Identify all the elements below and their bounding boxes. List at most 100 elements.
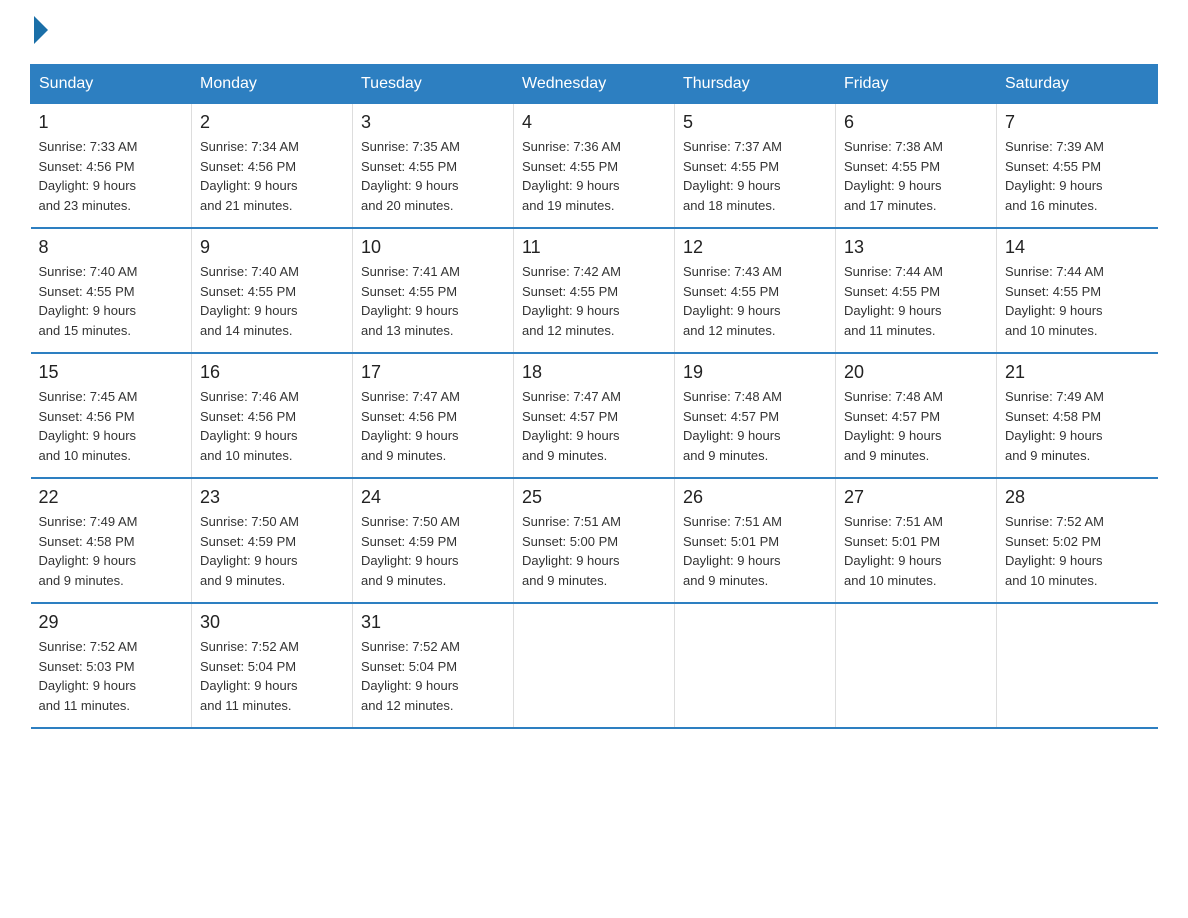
day-info: Sunrise: 7:35 AMSunset: 4:55 PMDaylight:… [361, 137, 505, 215]
day-cell: 12 Sunrise: 7:43 AMSunset: 4:55 PMDaylig… [675, 228, 836, 353]
day-number: 9 [200, 237, 344, 258]
day-cell: 25 Sunrise: 7:51 AMSunset: 5:00 PMDaylig… [514, 478, 675, 603]
day-number: 30 [200, 612, 344, 633]
day-cell: 17 Sunrise: 7:47 AMSunset: 4:56 PMDaylig… [353, 353, 514, 478]
day-number: 1 [39, 112, 184, 133]
day-cell: 22 Sunrise: 7:49 AMSunset: 4:58 PMDaylig… [31, 478, 192, 603]
day-cell: 29 Sunrise: 7:52 AMSunset: 5:03 PMDaylig… [31, 603, 192, 728]
day-info: Sunrise: 7:47 AMSunset: 4:57 PMDaylight:… [522, 387, 666, 465]
day-cell: 8 Sunrise: 7:40 AMSunset: 4:55 PMDayligh… [31, 228, 192, 353]
day-info: Sunrise: 7:36 AMSunset: 4:55 PMDaylight:… [522, 137, 666, 215]
day-cell: 28 Sunrise: 7:52 AMSunset: 5:02 PMDaylig… [997, 478, 1158, 603]
day-info: Sunrise: 7:43 AMSunset: 4:55 PMDaylight:… [683, 262, 827, 340]
day-cell: 19 Sunrise: 7:48 AMSunset: 4:57 PMDaylig… [675, 353, 836, 478]
day-info: Sunrise: 7:52 AMSunset: 5:04 PMDaylight:… [200, 637, 344, 715]
column-header-thursday: Thursday [675, 65, 836, 104]
day-info: Sunrise: 7:44 AMSunset: 4:55 PMDaylight:… [1005, 262, 1150, 340]
day-cell: 20 Sunrise: 7:48 AMSunset: 4:57 PMDaylig… [836, 353, 997, 478]
day-number: 17 [361, 362, 505, 383]
day-info: Sunrise: 7:42 AMSunset: 4:55 PMDaylight:… [522, 262, 666, 340]
day-number: 13 [844, 237, 988, 258]
day-info: Sunrise: 7:34 AMSunset: 4:56 PMDaylight:… [200, 137, 344, 215]
calendar-table: SundayMondayTuesdayWednesdayThursdayFrid… [30, 64, 1158, 729]
day-cell: 10 Sunrise: 7:41 AMSunset: 4:55 PMDaylig… [353, 228, 514, 353]
day-number: 16 [200, 362, 344, 383]
day-cell: 6 Sunrise: 7:38 AMSunset: 4:55 PMDayligh… [836, 104, 997, 229]
day-number: 12 [683, 237, 827, 258]
day-info: Sunrise: 7:48 AMSunset: 4:57 PMDaylight:… [683, 387, 827, 465]
day-cell [514, 603, 675, 728]
day-number: 21 [1005, 362, 1150, 383]
day-number: 10 [361, 237, 505, 258]
week-row-4: 22 Sunrise: 7:49 AMSunset: 4:58 PMDaylig… [31, 478, 1158, 603]
column-header-saturday: Saturday [997, 65, 1158, 104]
day-cell: 24 Sunrise: 7:50 AMSunset: 4:59 PMDaylig… [353, 478, 514, 603]
day-cell: 13 Sunrise: 7:44 AMSunset: 4:55 PMDaylig… [836, 228, 997, 353]
day-number: 2 [200, 112, 344, 133]
day-info: Sunrise: 7:41 AMSunset: 4:55 PMDaylight:… [361, 262, 505, 340]
day-cell: 23 Sunrise: 7:50 AMSunset: 4:59 PMDaylig… [192, 478, 353, 603]
column-header-wednesday: Wednesday [514, 65, 675, 104]
day-number: 18 [522, 362, 666, 383]
day-cell: 11 Sunrise: 7:42 AMSunset: 4:55 PMDaylig… [514, 228, 675, 353]
day-cell: 7 Sunrise: 7:39 AMSunset: 4:55 PMDayligh… [997, 104, 1158, 229]
day-number: 26 [683, 487, 827, 508]
day-info: Sunrise: 7:39 AMSunset: 4:55 PMDaylight:… [1005, 137, 1150, 215]
day-cell [836, 603, 997, 728]
day-number: 15 [39, 362, 184, 383]
day-cell: 21 Sunrise: 7:49 AMSunset: 4:58 PMDaylig… [997, 353, 1158, 478]
day-cell: 15 Sunrise: 7:45 AMSunset: 4:56 PMDaylig… [31, 353, 192, 478]
day-number: 6 [844, 112, 988, 133]
day-info: Sunrise: 7:49 AMSunset: 4:58 PMDaylight:… [1005, 387, 1150, 465]
day-cell: 27 Sunrise: 7:51 AMSunset: 5:01 PMDaylig… [836, 478, 997, 603]
day-info: Sunrise: 7:37 AMSunset: 4:55 PMDaylight:… [683, 137, 827, 215]
day-number: 3 [361, 112, 505, 133]
day-cell: 1 Sunrise: 7:33 AMSunset: 4:56 PMDayligh… [31, 104, 192, 229]
day-number: 22 [39, 487, 184, 508]
day-info: Sunrise: 7:44 AMSunset: 4:55 PMDaylight:… [844, 262, 988, 340]
day-number: 5 [683, 112, 827, 133]
day-number: 27 [844, 487, 988, 508]
column-header-monday: Monday [192, 65, 353, 104]
day-cell: 5 Sunrise: 7:37 AMSunset: 4:55 PMDayligh… [675, 104, 836, 229]
day-info: Sunrise: 7:52 AMSunset: 5:04 PMDaylight:… [361, 637, 505, 715]
day-info: Sunrise: 7:52 AMSunset: 5:03 PMDaylight:… [39, 637, 184, 715]
day-number: 23 [200, 487, 344, 508]
day-number: 19 [683, 362, 827, 383]
day-info: Sunrise: 7:45 AMSunset: 4:56 PMDaylight:… [39, 387, 184, 465]
day-number: 29 [39, 612, 184, 633]
day-info: Sunrise: 7:51 AMSunset: 5:00 PMDaylight:… [522, 512, 666, 590]
column-header-sunday: Sunday [31, 65, 192, 104]
column-header-tuesday: Tuesday [353, 65, 514, 104]
day-cell: 18 Sunrise: 7:47 AMSunset: 4:57 PMDaylig… [514, 353, 675, 478]
day-info: Sunrise: 7:33 AMSunset: 4:56 PMDaylight:… [39, 137, 184, 215]
day-cell: 30 Sunrise: 7:52 AMSunset: 5:04 PMDaylig… [192, 603, 353, 728]
day-info: Sunrise: 7:40 AMSunset: 4:55 PMDaylight:… [200, 262, 344, 340]
day-cell [675, 603, 836, 728]
day-cell: 4 Sunrise: 7:36 AMSunset: 4:55 PMDayligh… [514, 104, 675, 229]
day-number: 4 [522, 112, 666, 133]
day-number: 25 [522, 487, 666, 508]
week-row-3: 15 Sunrise: 7:45 AMSunset: 4:56 PMDaylig… [31, 353, 1158, 478]
day-info: Sunrise: 7:49 AMSunset: 4:58 PMDaylight:… [39, 512, 184, 590]
day-cell [997, 603, 1158, 728]
day-number: 11 [522, 237, 666, 258]
day-info: Sunrise: 7:40 AMSunset: 4:55 PMDaylight:… [39, 262, 184, 340]
day-info: Sunrise: 7:47 AMSunset: 4:56 PMDaylight:… [361, 387, 505, 465]
day-info: Sunrise: 7:52 AMSunset: 5:02 PMDaylight:… [1005, 512, 1150, 590]
logo [30, 20, 50, 44]
week-row-5: 29 Sunrise: 7:52 AMSunset: 5:03 PMDaylig… [31, 603, 1158, 728]
day-info: Sunrise: 7:48 AMSunset: 4:57 PMDaylight:… [844, 387, 988, 465]
day-cell: 31 Sunrise: 7:52 AMSunset: 5:04 PMDaylig… [353, 603, 514, 728]
day-cell: 26 Sunrise: 7:51 AMSunset: 5:01 PMDaylig… [675, 478, 836, 603]
day-info: Sunrise: 7:51 AMSunset: 5:01 PMDaylight:… [844, 512, 988, 590]
day-number: 7 [1005, 112, 1150, 133]
logo-triangle-icon [34, 16, 48, 44]
day-number: 31 [361, 612, 505, 633]
week-row-2: 8 Sunrise: 7:40 AMSunset: 4:55 PMDayligh… [31, 228, 1158, 353]
day-number: 8 [39, 237, 184, 258]
day-cell: 3 Sunrise: 7:35 AMSunset: 4:55 PMDayligh… [353, 104, 514, 229]
day-cell: 16 Sunrise: 7:46 AMSunset: 4:56 PMDaylig… [192, 353, 353, 478]
column-header-friday: Friday [836, 65, 997, 104]
day-cell: 2 Sunrise: 7:34 AMSunset: 4:56 PMDayligh… [192, 104, 353, 229]
